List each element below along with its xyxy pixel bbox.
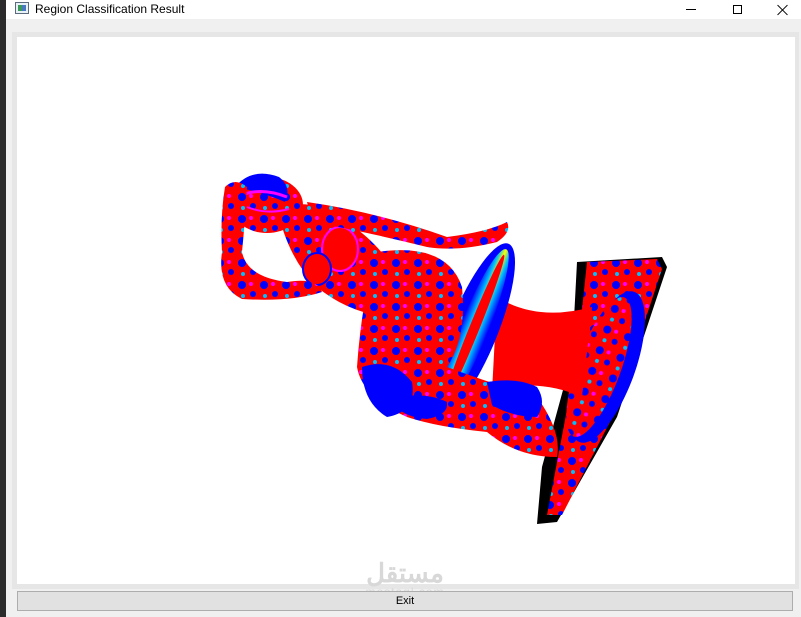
close-button[interactable] xyxy=(760,0,801,19)
title-bar[interactable]: Region Classification Result xyxy=(6,0,801,19)
maximize-button[interactable] xyxy=(714,0,760,19)
exit-button[interactable]: Exit xyxy=(17,591,793,611)
desktop-edge xyxy=(0,0,6,617)
rendered-model xyxy=(221,173,667,524)
minimize-icon xyxy=(686,9,696,10)
minimize-button[interactable] xyxy=(668,0,714,19)
app-window-icon xyxy=(15,2,29,14)
3d-render-viewport[interactable] xyxy=(17,37,795,584)
maximize-icon xyxy=(732,5,742,14)
window-title: Region Classification Result xyxy=(35,2,185,16)
close-icon xyxy=(777,4,789,16)
